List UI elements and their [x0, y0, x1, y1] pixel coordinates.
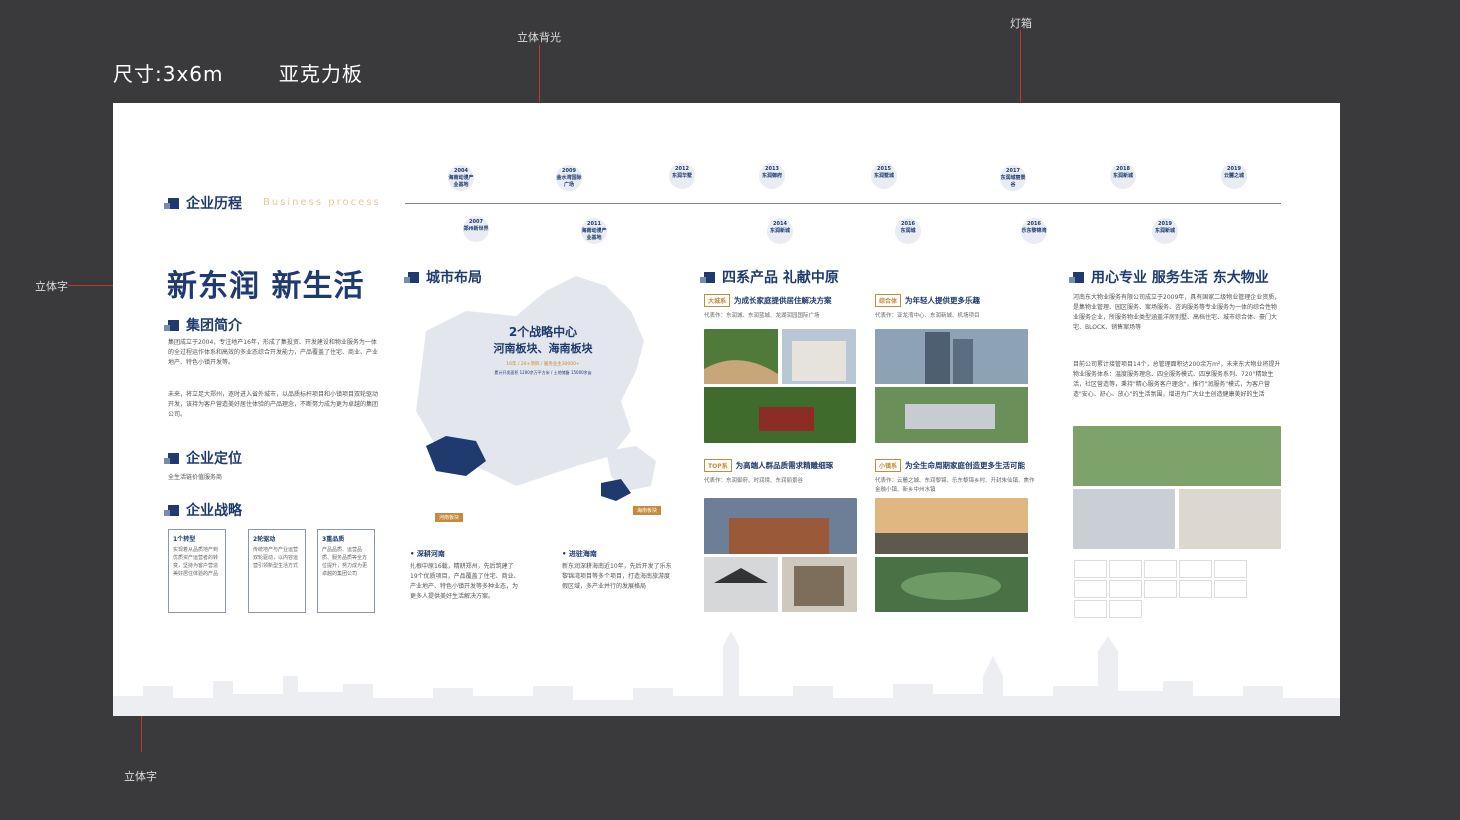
service-heading: 用心专业 服务生活 东大物业 [1069, 267, 1269, 287]
certificate-item [1179, 580, 1212, 598]
certificate-item [1214, 560, 1247, 578]
map-title: 2个战略中心 [508, 325, 578, 339]
product-photo-grid-town [875, 498, 1028, 612]
section-marker-icon [164, 197, 179, 209]
milestone-node: 2007 郑州新世界 [463, 216, 489, 242]
milestone-node: 2018 东润新城 [1110, 163, 1136, 189]
strategy-title: 企业战略 [186, 503, 242, 519]
section-marker-icon [700, 271, 715, 283]
product-sub: 代表作：云麓之城、东润黎锦、乐东黎锦乡村、开封朱仙镇、焦作金融小镇、新乡中州水镇 [875, 478, 1035, 493]
milestone-node: 2017 东润城丽景谷 [1000, 165, 1026, 191]
product-title: 为年轻人提供更多乐趣 [905, 296, 981, 305]
display-board: 企业历程 Business process 2004 海南动漫产业基地 2009 金… [113, 103, 1340, 716]
milestone-node: 2015 东润墅城 [871, 163, 897, 189]
history-heading: 企业历程 [164, 193, 242, 213]
product-tag: 综合体 [875, 294, 902, 307]
milestone-node: 2012 东润华墅 [669, 163, 695, 189]
milestone-node: 2004 海南动漫产业基地 [448, 165, 474, 191]
henan-text: 扎根中原16载，精耕郑州，先后筑建了19个优质项目，产品覆盖了住宅、商业、产业地… [410, 563, 520, 600]
product-title: 为高端人群品质需求精雕细琢 [735, 461, 834, 470]
china-map-illustration [416, 276, 656, 501]
service-title: 用心专业 服务生活 东大物业 [1091, 270, 1269, 286]
service-staff-photo [1073, 426, 1281, 549]
products-heading: 四系产品 礼献中原 [700, 267, 839, 287]
products-title: 四系产品 礼献中原 [722, 270, 839, 286]
milestone-node: 2009 金水湾国际广场 [556, 165, 582, 191]
text-left-annotation: 立体字 [35, 280, 68, 293]
map-stat-1: 16年 / 20+项目 / 服务业主30000+ [506, 362, 580, 367]
strategy-card: 2轮驱动 传统地产与产业运营双轮驱动，以内容运营引领新型生活方式 [248, 529, 306, 613]
certificate-item [1074, 600, 1107, 618]
service-paragraph-1: 河南东大物业服务有限公司成立于2009年，具有国家二级物业管理企业资质，是集物业… [1073, 294, 1281, 331]
map-subtitle: 河南板块、海南板块 [493, 342, 593, 355]
map-headline: 2个战略中心 河南板块、海南板块 16年 / 20+项目 / 服务业主30000… [473, 323, 613, 376]
history-subtitle: Business process [263, 197, 381, 208]
certificate-item [1074, 560, 1107, 578]
text-bottom-annotation: 立体字 [124, 770, 157, 783]
intro-title: 集团简介 [186, 318, 242, 334]
intro-heading: 集团简介 [164, 315, 242, 335]
product-block-top: TOP系 为高端人群品质需求精雕细琢 代表作：东润御府、时润境、东润丽景谷 [704, 459, 864, 486]
brand-slogan: 新东润 新生活 [167, 269, 365, 304]
milestone-node: 2016 乐东黎锦湾 [1021, 218, 1047, 244]
product-photo-grid-dacheng [704, 329, 856, 443]
history-title: 企业历程 [186, 196, 242, 212]
product-block-dacheng: 大城系 为成长家庭提供居住解决方案 代表作：东润城、东润蓝城、龙湖润园国际广场 [704, 294, 859, 321]
strategy-heading: 企业战略 [164, 500, 242, 520]
henan-title: • 深耕河南 [410, 550, 445, 558]
service-paragraph-2: 目前公司累计接管项目14个，总管理面积达200余万m²，未来东大物业将提升物业服… [1073, 361, 1281, 398]
timeline-line [405, 203, 1281, 204]
product-sub: 代表作：亚龙湾中心、东润新城、机场项目 [875, 313, 980, 319]
position-heading: 企业定位 [164, 448, 242, 468]
size-header: 尺寸:3x6m 亚克力板 [113, 58, 411, 87]
certificate-item [1109, 580, 1142, 598]
lightbox-annotation: 灯箱 [1010, 17, 1032, 30]
milestone-node: 2011 海南动漫产业基地 [581, 218, 607, 244]
strategy-card: 1个转型 实现着从品质地产到优质资产运营者的转变，坚持为客户营造美好居住体验的产… [168, 529, 226, 613]
henan-tag: 河南板块 [435, 513, 464, 522]
section-marker-icon [1069, 271, 1084, 283]
hainan-title: • 进驻海南 [562, 550, 597, 558]
product-tag: 小镇系 [875, 459, 902, 472]
product-photo-grid-top [704, 498, 857, 612]
hainan-tag: 海南板块 [633, 506, 662, 515]
product-tag: 大城系 [704, 294, 731, 307]
section-marker-icon [164, 452, 179, 464]
milestone-node: 2016 东润城 [895, 218, 921, 244]
product-title: 为成长家庭提供居住解决方案 [734, 296, 832, 305]
milestone-node: 2019 云麓之城 [1221, 163, 1247, 189]
hainan-text: 新东润深耕海南近10年，先后开发了乐东黎锦湾项目等多个项目，打造海南旅游度假区域… [562, 563, 672, 590]
size-label: 尺寸:3x6m [113, 62, 224, 86]
certificate-item [1109, 600, 1142, 618]
map-stat-2: 累计开发面积 1200余万平方米 / 土地储备 15000余亩 [494, 370, 592, 375]
certificate-item [1179, 560, 1212, 578]
intro-paragraph-2: 未来，将立足大郑州，逐时进入省外城市，以品质标杆项目和小镇项目双轮驱动开发，该持… [168, 391, 379, 418]
milestone-node: 2019 东润新城 [1152, 218, 1178, 244]
backlight-annotation: 立体背光 [517, 31, 561, 44]
certificate-item [1144, 560, 1177, 578]
intro-paragraph-1: 集团成立于2004，专注地产16年，形成了集投资、开发建设和物业服务为一体的全过… [168, 339, 379, 366]
certificate-item [1074, 580, 1107, 598]
section-marker-icon [164, 319, 179, 331]
certificate-grid [1073, 559, 1281, 618]
product-sub: 代表作：东润御府、时润境、东润丽景谷 [704, 478, 804, 484]
certificate-item [1214, 580, 1247, 598]
material-label: 亚克力板 [278, 62, 363, 86]
position-text: 全生活链价值服务商 [168, 474, 223, 481]
milestone-node: 2013 东润御府 [759, 163, 785, 189]
position-title: 企业定位 [186, 451, 242, 467]
product-tag: TOP系 [704, 459, 732, 472]
product-photo-grid-complex [875, 329, 1028, 443]
city-skyline-illustration [113, 631, 1340, 716]
product-sub: 代表作：东润城、东润蓝城、龙湖润园国际广场 [704, 313, 820, 319]
product-title: 为全生命周期家庭创造更多生活可能 [905, 461, 1026, 470]
strategy-card: 3重品质 产品品质、运营品质、服务品质等全方位提升，努力成为更卓越的集团公司 [317, 529, 375, 613]
product-block-complex: 综合体 为年轻人提供更多乐趣 代表作：亚龙湾中心、东润新城、机场项目 [875, 294, 1030, 321]
product-block-town: 小镇系 为全生命周期家庭创造更多生活可能 代表作：云麓之城、东润黎锦、乐东黎锦乡村… [875, 459, 1035, 495]
milestone-node: 2014 东润新城 [767, 218, 793, 244]
certificate-item [1144, 580, 1177, 598]
certificate-item [1109, 560, 1142, 578]
section-marker-icon [164, 504, 179, 516]
